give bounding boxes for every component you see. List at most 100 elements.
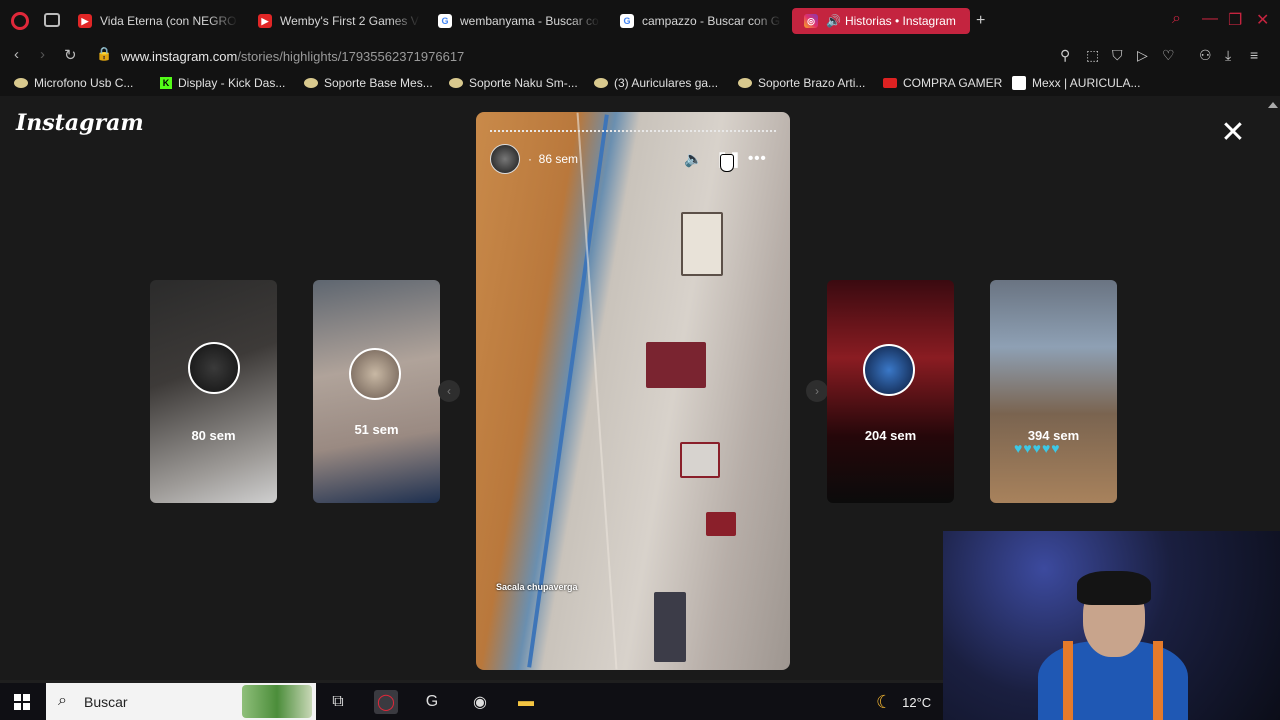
reload-icon[interactable]: ↻ (64, 46, 77, 64)
menu-icon[interactable]: ≡ (1250, 47, 1258, 63)
bookmark-label: Soporte Brazo Arti... (758, 76, 866, 90)
close-stories-button[interactable]: ✕ (1218, 118, 1248, 148)
bookmarks-bar: Microfono Usb C... K Display - Kick Das..… (0, 72, 1280, 96)
bookmark-icon (14, 78, 28, 88)
recorder-icon[interactable]: ◉ (468, 690, 492, 714)
pin-icon[interactable]: ⚲ (1060, 47, 1070, 64)
story-preview[interactable]: 204 sem (827, 280, 954, 503)
opera-menu-icon[interactable] (8, 10, 32, 32)
search-highlight-image (242, 685, 312, 718)
bookmark-item[interactable]: (3) Auriculares ga... (594, 76, 718, 90)
g-hub-icon[interactable]: G (420, 690, 444, 714)
tab-campazzo-search[interactable]: G campazzo - Buscar con G (616, 8, 782, 34)
weather-widget[interactable]: ☾ 12°C (876, 692, 931, 713)
story-caption: Sacala chupaverga (496, 582, 578, 592)
windows-taskbar: ⌕ Buscar ⧉ ◯ G ◉ ▬ ☾ 12°C (0, 683, 943, 720)
story-age: 86 sem (538, 152, 579, 166)
bookmark-item[interactable]: K Display - Kick Das... (160, 76, 285, 90)
tab-wembanyama-search[interactable]: G wembanyama - Buscar co (434, 8, 600, 34)
url-domain: www.instagram.com (121, 49, 238, 64)
kick-icon: K (160, 77, 172, 89)
tab-instagram-stories[interactable]: ◎ 🔊 Historias • Instagram (792, 8, 970, 34)
url-field[interactable]: www.instagram.com/stories/highlights/179… (121, 49, 464, 64)
tab-wemby-games[interactable]: ▶ Wemby's First 2 Games V (254, 8, 420, 34)
bookmark-icon (594, 78, 608, 88)
tab-islands-icon[interactable] (44, 13, 60, 27)
bookmark-item[interactable]: COMPRA GAMER (883, 76, 1002, 90)
moon-icon: ☾ (876, 692, 893, 712)
windows-start-icon[interactable] (14, 694, 30, 710)
file-explorer-icon[interactable]: ▬ (514, 690, 538, 714)
bookmark-icon (449, 78, 463, 88)
story-preview[interactable]: 51 sem (313, 280, 440, 503)
bookmark-icon (738, 78, 752, 88)
google-icon: G (438, 14, 452, 28)
close-window-icon[interactable]: ✕ (1256, 10, 1269, 30)
opera-taskbar-icon[interactable]: ◯ (374, 690, 398, 714)
bookmark-label: Display - Kick Das... (178, 76, 286, 90)
preview-time-label: 80 sem (191, 428, 236, 443)
preview-time-label: 51 sem (354, 422, 399, 437)
bookmark-label: Soporte Naku Sm-... (469, 76, 578, 90)
previous-story-arrow-icon[interactable]: ‹ (438, 380, 460, 402)
more-options-icon[interactable]: ••• (748, 150, 767, 167)
speaker-icon[interactable]: 🔊 (826, 14, 841, 28)
profile-icon[interactable]: ⚇ (1199, 47, 1212, 64)
next-story-arrow-icon[interactable]: › (806, 380, 828, 402)
separator: · (528, 152, 532, 166)
story-time-label: · 86 sem (528, 152, 578, 166)
google-icon: G (620, 14, 634, 28)
new-tab-button[interactable]: + (976, 12, 985, 30)
bookmark-item[interactable]: Soporte Brazo Arti... (738, 76, 865, 90)
lock-icon[interactable]: 🔒 (96, 46, 112, 62)
player-icon[interactable]: ▷ (1137, 47, 1148, 64)
bookmark-label: Mexx | AURICULA... (1032, 76, 1141, 90)
bookmark-label: Microfono Usb C... (34, 76, 134, 90)
snapshot-icon[interactable]: ⬚ (1086, 47, 1099, 64)
back-icon[interactable]: ‹ (14, 46, 19, 63)
bookmark-icon (304, 78, 318, 88)
story-progress-bar (490, 130, 776, 132)
story-preview[interactable]: 80 sem (150, 280, 277, 503)
avatar (349, 348, 401, 400)
youtube-icon: ▶ (78, 14, 92, 28)
bookmark-label: (3) Auriculares ga... (614, 76, 719, 90)
download-icon[interactable]: ⤓ (1225, 47, 1231, 64)
browser-tab-bar: ▶ Vida Eterna (con NEGRO I ▶ Wemby's Fir… (0, 0, 1280, 42)
instagram-icon: ◎ (804, 14, 818, 28)
active-story[interactable]: · 86 sem 🔈 ❚❚ ••• Sacala chupaverga (476, 112, 790, 670)
bookmark-label: Soporte Base Mes... (324, 76, 433, 90)
compragamer-icon (883, 78, 897, 88)
streamer-hair (1077, 571, 1151, 605)
temperature: 12°C (902, 695, 932, 710)
taskbar-search[interactable]: ⌕ Buscar (46, 683, 316, 720)
shield-icon[interactable]: ⛉ (1112, 47, 1123, 64)
search-tabs-icon[interactable]: ⌕ (1172, 10, 1181, 28)
bookmark-item[interactable]: Mexx | AURICULA... (1012, 76, 1140, 90)
search-icon: ⌕ (58, 692, 67, 709)
volume-icon[interactable]: 🔈 (684, 150, 703, 168)
webcam-overlay (943, 531, 1280, 720)
heart-icon[interactable]: ♡ (1162, 47, 1175, 64)
youtube-icon: ▶ (258, 14, 272, 28)
tab-vida-eterna[interactable]: ▶ Vida Eterna (con NEGRO I (74, 8, 238, 34)
preview-time-label: 204 sem (864, 428, 917, 443)
avatar (188, 342, 240, 394)
maximize-icon[interactable]: ❐ (1228, 10, 1242, 30)
mexx-icon (1012, 76, 1026, 90)
bookmark-item[interactable]: Soporte Base Mes... (304, 76, 433, 90)
tab-label: Historias • Instagram (844, 14, 956, 28)
instagram-logo[interactable]: Instagram (16, 110, 144, 136)
avatar[interactable] (490, 144, 520, 174)
task-view-icon[interactable]: ⧉ (326, 690, 350, 714)
story-preview[interactable]: 394 sem ♥♥♥♥♥ (990, 280, 1117, 503)
bookmark-label: COMPRA GAMER (903, 76, 1003, 90)
bookmark-item[interactable]: Microfono Usb C... (14, 76, 133, 90)
minimize-icon[interactable]: — (1202, 10, 1218, 28)
scroll-up-icon[interactable] (1268, 102, 1278, 108)
avatar (863, 344, 915, 396)
bookmark-item[interactable]: Soporte Naku Sm-... (449, 76, 578, 90)
hearts-decoration: ♥♥♥♥♥ (1014, 440, 1061, 456)
search-placeholder: Buscar (84, 694, 128, 710)
forward-icon[interactable]: › (40, 46, 45, 63)
